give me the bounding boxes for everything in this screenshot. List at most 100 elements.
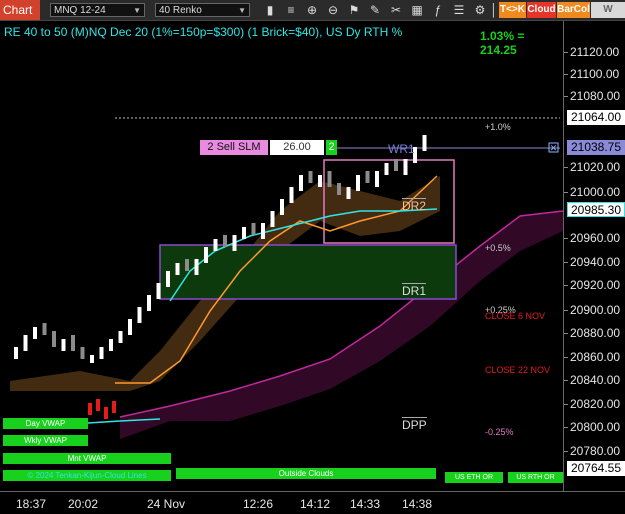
bar-type-selector[interactable]: 40 Renko ▼ bbox=[155, 3, 250, 17]
day-vwap-button[interactable]: Day VWAP bbox=[3, 418, 88, 429]
renko-brick bbox=[251, 227, 256, 235]
pencil-icon[interactable]: ✎ bbox=[367, 2, 383, 18]
copyright-label: © 2024 Tenkan-Kijun-Cloud Lines bbox=[3, 470, 171, 481]
dpp-label: DPP bbox=[402, 417, 427, 432]
renko-brick bbox=[99, 347, 104, 355]
layout-icon[interactable]: ▦ bbox=[409, 2, 425, 18]
renko-brick bbox=[299, 175, 303, 183]
cloud-button[interactable]: Cloud bbox=[527, 2, 556, 18]
templates-icon[interactable]: ☰ bbox=[451, 2, 467, 18]
tenkan-price-marker: 20985.30 bbox=[567, 202, 625, 217]
zoom-in-icon[interactable]: ⊕ bbox=[304, 2, 320, 18]
instrument-selector[interactable]: MNQ 12-24 ▼ bbox=[50, 3, 145, 17]
renko-brick bbox=[137, 307, 142, 315]
wkly-vwap-button[interactable]: Wkly VWAP bbox=[3, 435, 88, 446]
renko-brick bbox=[42, 327, 47, 335]
chart-toolbar: Chart MNQ 12-24 ▼ 40 Renko ▼ ▮ ≡ ⊕ ⊖ ⚑ ✎… bbox=[0, 0, 625, 31]
renko-brick bbox=[166, 271, 170, 279]
properties-icon[interactable]: ⚑ bbox=[346, 2, 362, 18]
lines-icon[interactable]: ≡ bbox=[283, 2, 299, 18]
pct-plus-05: +0.5% bbox=[485, 243, 511, 253]
renko-brick-red bbox=[88, 403, 92, 415]
tk-button[interactable]: T<>K bbox=[499, 2, 526, 18]
renko-brick bbox=[185, 263, 189, 271]
close-icon[interactable]: ✕ bbox=[550, 143, 558, 153]
renko-brick-red bbox=[104, 407, 108, 419]
us-eth-or-button[interactable]: US ETH OR bbox=[445, 472, 503, 483]
price-tick: 20900.00 bbox=[563, 303, 621, 317]
price-tick: 21080.00 bbox=[563, 89, 621, 103]
order-quantity[interactable]: 2 bbox=[326, 140, 337, 155]
bar-chart-icon[interactable]: ▮ bbox=[262, 2, 278, 18]
renko-brick bbox=[384, 163, 389, 171]
order-price[interactable]: 26.00 bbox=[270, 140, 324, 155]
time-tick: 12:26 bbox=[243, 497, 274, 511]
wr1-label: WR1 bbox=[388, 142, 415, 156]
renko-brick bbox=[394, 163, 398, 171]
renko-brick bbox=[118, 331, 123, 339]
chart-header: RE 40 to 50 (M)NQ Dec 20 (1%=150p=$300) … bbox=[4, 25, 403, 39]
chevron-down-icon: ▼ bbox=[238, 6, 246, 15]
renko-brick bbox=[204, 247, 208, 255]
price-axis[interactable]: 21120.00 21100.00 21080.00 21020.00 2100… bbox=[563, 21, 625, 491]
price-tick: 20860.00 bbox=[563, 350, 621, 364]
price-tick: 21100.00 bbox=[563, 67, 620, 81]
renko-brick bbox=[375, 171, 379, 179]
pct-minus-025: -0.25% bbox=[485, 427, 514, 437]
pct-plus-1: +1.0% bbox=[485, 122, 511, 132]
renko-brick bbox=[23, 335, 28, 343]
renko-brick-red bbox=[96, 399, 100, 411]
renko-brick bbox=[422, 135, 427, 143]
mnt-vwap-button[interactable]: Mnt VWAP bbox=[3, 453, 171, 464]
indicators-icon[interactable]: ƒ bbox=[430, 2, 446, 18]
price-tick: 21120.00 bbox=[563, 45, 620, 59]
renko-brick bbox=[318, 175, 322, 183]
renko-brick bbox=[403, 159, 408, 167]
renko-brick bbox=[33, 327, 37, 335]
renko-brick bbox=[52, 339, 56, 347]
bar-type-value: 40 Renko bbox=[159, 5, 202, 16]
price-tick: 20880.00 bbox=[563, 326, 621, 340]
performance-label: 1.03% = 214.25 bbox=[480, 29, 525, 57]
renko-brick bbox=[346, 187, 351, 195]
renko-brick bbox=[242, 227, 246, 235]
tools-icon[interactable]: ✂ bbox=[388, 2, 404, 18]
vwap-button[interactable]: W VWAP bbox=[591, 2, 625, 31]
renko-brick bbox=[71, 343, 75, 351]
renko-brick bbox=[14, 347, 18, 355]
zoom-out-icon[interactable]: ⊖ bbox=[325, 2, 341, 18]
renko-brick bbox=[147, 295, 151, 303]
renko-brick bbox=[175, 263, 180, 271]
instrument-value: MNQ 12-24 bbox=[54, 5, 106, 16]
renko-brick bbox=[337, 187, 341, 195]
renko-brick bbox=[289, 187, 294, 195]
renko-brick bbox=[128, 319, 132, 327]
time-tick: 14:33 bbox=[350, 497, 381, 511]
order-label[interactable]: 2 Sell SLM bbox=[200, 140, 268, 155]
order-price-marker: 21038.75 bbox=[567, 140, 625, 155]
chevron-down-icon: ▼ bbox=[133, 6, 141, 15]
price-chart-panel[interactable]: ✕ RE 40 to 50 (M)NQ Dec 20 (1%=150p=$300… bbox=[0, 21, 563, 491]
renko-brick bbox=[90, 355, 94, 363]
time-tick: 20:02 bbox=[68, 497, 99, 511]
renko-brick bbox=[356, 175, 360, 183]
renko-brick bbox=[308, 175, 313, 183]
time-axis[interactable]: 18:37 20:02 24 Nov 12:26 14:12 14:33 14:… bbox=[0, 491, 625, 514]
outside-clouds-button[interactable]: Outside Clouds bbox=[176, 468, 436, 479]
us-rth-or-button[interactable]: US RTH OR bbox=[508, 472, 563, 483]
time-tick: 24 Nov bbox=[147, 497, 186, 511]
price-tick: 21000.00 bbox=[563, 185, 621, 199]
time-tick: 14:12 bbox=[300, 497, 331, 511]
bottom-price-marker: 20764.55 bbox=[567, 461, 625, 476]
barcol-button[interactable]: BarCol bbox=[557, 2, 590, 18]
price-tick: 20940.00 bbox=[563, 255, 621, 269]
last-price-marker: 21064.00 bbox=[567, 110, 625, 125]
price-tick: 20780.00 bbox=[563, 444, 621, 458]
time-tick: 18:37 bbox=[16, 497, 47, 511]
renko-brick bbox=[232, 235, 237, 243]
price-tick: 20920.00 bbox=[563, 278, 621, 292]
price-tick: 20840.00 bbox=[563, 373, 621, 387]
dr2-label: DR2 bbox=[402, 198, 427, 213]
renko-brick bbox=[223, 239, 227, 247]
renko-brick bbox=[270, 211, 275, 219]
